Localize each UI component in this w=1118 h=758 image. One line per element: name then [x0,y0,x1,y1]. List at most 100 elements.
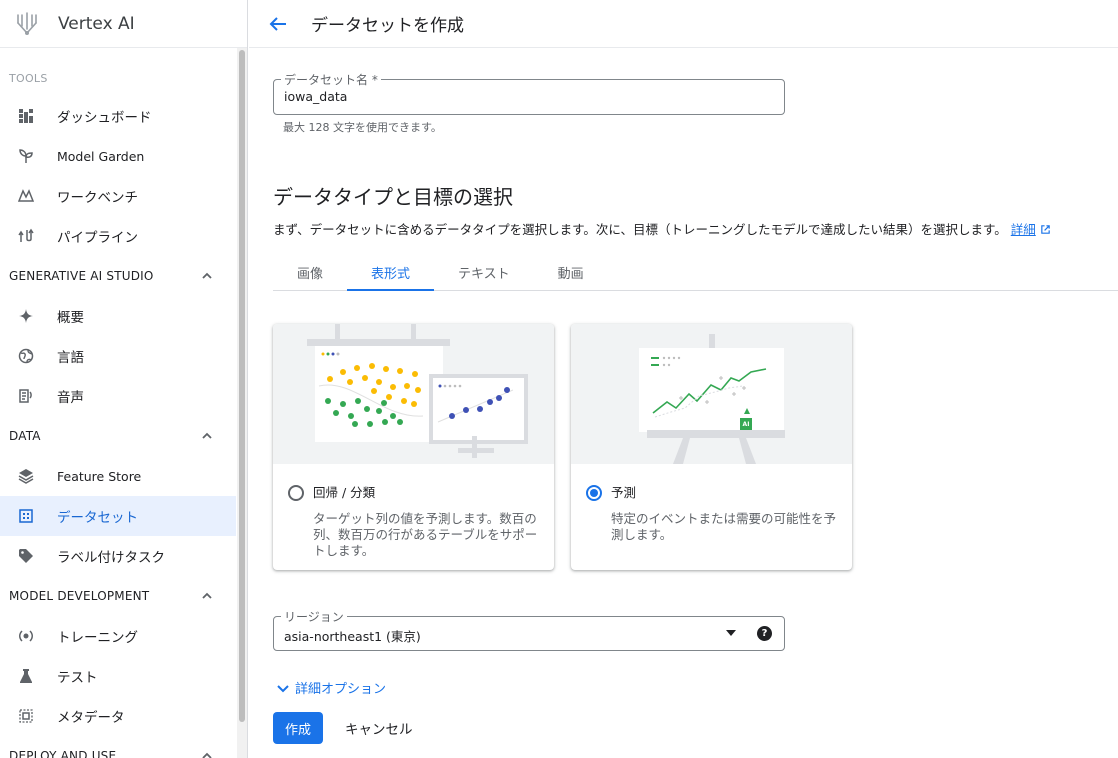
back-arrow-icon[interactable] [267,13,289,35]
section-generative-ai-studio[interactable]: GENERATIVE AI STUDIO [0,256,236,296]
data-type-description: まず、データセットに含めるデータタイプを選択します。次に、目標（トレーニングした… [273,219,1051,238]
easel-chart-illustration [307,324,528,458]
advanced-options-label: 詳細オプション [295,682,387,697]
sidebar-nav: TOOLS ダッシュボード Model Garden ワークベンチ パイプライン… [0,48,236,758]
sidebar: Vertex AI TOOLS ダッシュボード Model Garden ワーク… [0,0,248,758]
sidebar-item-training[interactable]: トレーニング [0,616,236,656]
section-title: DEPLOY AND USE [9,749,117,758]
learn-more-label: 詳細 [1010,222,1036,237]
learn-more-link[interactable]: 詳細 [1011,222,1036,237]
sidebar-item-workbench[interactable]: ワークベンチ [0,176,236,216]
tab-tabular[interactable]: 表形式 [347,254,435,291]
data-type-description-text: まず、データセットに含めるデータタイプを選択します。次に、目標（トレーニングした… [273,222,1007,237]
section-title: GENERATIVE AI STUDIO [9,269,154,283]
page-header: データセットを作成 [249,0,1118,48]
layers-icon [17,467,35,485]
advanced-options-toggle[interactable]: 詳細オプション [275,678,386,697]
option-card-body: 予測 特定のイベントまたは需要の可能性を予測します。 [571,464,852,543]
dataset-name-label: データセット名 * [281,71,381,88]
sidebar-item-label: Feature Store [57,468,142,484]
sidebar-item-label: 音声 [57,390,84,406]
option-title: 予測 [611,485,637,500]
sidebar-item-label: Model Garden [57,148,145,164]
sidebar-item-speech[interactable]: 音声 [0,376,236,416]
app-root: Vertex AI TOOLS ダッシュボード Model Garden ワーク… [0,0,1118,758]
sidebar-item-metadata[interactable]: メタデータ [0,696,236,736]
sidebar-item-labeling-tasks[interactable]: ラベル付けタスク [0,536,236,576]
cancel-button[interactable]: キャンセル [337,712,421,744]
sidebar-item-overview[interactable]: 概要 [0,296,236,336]
chevron-up-icon [202,432,212,439]
app-name: Vertex AI [58,13,135,34]
region-value: asia-northeast1 (東京) [284,629,421,644]
sidebar-item-label: データセット [57,510,138,526]
vertex-ai-logo-icon [17,11,37,35]
forecast-chart-illustration [639,334,785,464]
dashboard-icon [17,107,35,125]
speech-text-icon [17,387,35,405]
sidebar-item-label: ワークベンチ [57,190,138,206]
data-type-title: データタイプと目標の選択 [273,185,513,209]
regression-illustration [273,324,554,464]
sidebar-item-language[interactable]: 言語 [0,336,236,376]
chevron-up-icon [202,592,212,599]
option-title: 回帰 / 分類 [313,485,376,500]
option-card-forecasting[interactable]: 予測 特定のイベントまたは需要の可能性を予測します。 AI [571,324,852,570]
forecasting-radio[interactable] [586,485,602,501]
dataset-name-hint: 最大 128 文字を使用できます。 [283,121,442,134]
metadata-icon [17,707,35,725]
section-model-development[interactable]: MODEL DEVELOPMENT [0,576,236,616]
sidebar-item-feature-store[interactable]: Feature Store [0,456,236,496]
main-content: データセットを作成 データセット名 * iowa_data 最大 128 文字を… [249,0,1118,758]
ai-badge: AI [742,421,750,428]
option-card-body: 回帰 / 分類 ターゲット列の値を予測します。数百の列、数百万の行があるテーブル… [273,464,554,559]
sidebar-item-pipelines[interactable]: パイプライン [0,216,236,256]
flask-icon [17,667,35,685]
brand[interactable]: Vertex AI [0,0,247,48]
sparkle-icon [17,307,35,325]
data-type-tabs: 画像 表形式 テキスト 動画 [273,254,1118,291]
sidebar-item-label: 概要 [57,310,84,326]
open-in-new-icon[interactable] [1040,224,1051,235]
sidebar-scrollbar-thumb[interactable] [239,50,245,722]
section-title: DATA [9,429,41,443]
region-select[interactable]: リージョン asia-northeast1 (東京) ? [273,608,785,651]
chevron-up-icon [202,752,212,758]
dropdown-arrow-icon[interactable] [726,630,736,636]
training-icon [17,627,35,645]
sidebar-item-datasets[interactable]: データセット [0,496,236,536]
regression-classification-radio[interactable] [288,485,304,501]
dataset-name-input[interactable]: iowa_data [284,89,347,104]
region-label: リージョン [281,608,347,625]
section-deploy-and-use[interactable]: DEPLOY AND USE [0,736,236,758]
sidebar-item-label: 言語 [57,350,84,366]
sidebar-item-label: ラベル付けタスク [57,550,165,566]
sidebar-item-label: トレーニング [57,630,138,646]
page-title: データセットを作成 [311,16,464,36]
tab-text[interactable]: テキスト [434,254,534,290]
tab-image[interactable]: 画像 [273,254,347,290]
sprout-icon [17,147,35,165]
tab-video[interactable]: 動画 [534,254,608,290]
option-description: 特定のイベントまたは需要の可能性を予測します。 [611,511,837,542]
sidebar-item-model-garden[interactable]: Model Garden [0,136,236,176]
sidebar-item-dashboard[interactable]: ダッシュボード [0,96,236,136]
chevron-up-icon [202,272,212,279]
globe-icon [17,347,35,365]
sidebar-item-label: ダッシュボード [57,110,152,126]
sidebar-item-label: テスト [57,670,98,686]
workbench-icon [17,187,35,205]
section-data[interactable]: DATA [0,416,236,456]
sidebar-scrollbar[interactable] [237,48,247,758]
help-icon[interactable]: ? [757,626,772,641]
option-description: ターゲット列の値を予測します。数百の列、数百万の行があるテーブルをサポートします… [313,511,538,558]
sidebar-item-experiments[interactable]: テスト [0,656,236,696]
dataset-name-field[interactable]: データセット名 * iowa_data [273,71,785,115]
sidebar-item-label: パイプライン [57,230,138,246]
option-card-regression-classification[interactable]: 回帰 / 分類 ターゲット列の値を予測します。数百の列、数百万の行があるテーブル… [273,324,554,570]
forecasting-illustration [571,324,852,464]
section-title: MODEL DEVELOPMENT [9,589,150,603]
dataset-grid-icon [17,507,35,525]
label-tag-icon [17,547,35,565]
create-button[interactable]: 作成 [273,712,323,744]
